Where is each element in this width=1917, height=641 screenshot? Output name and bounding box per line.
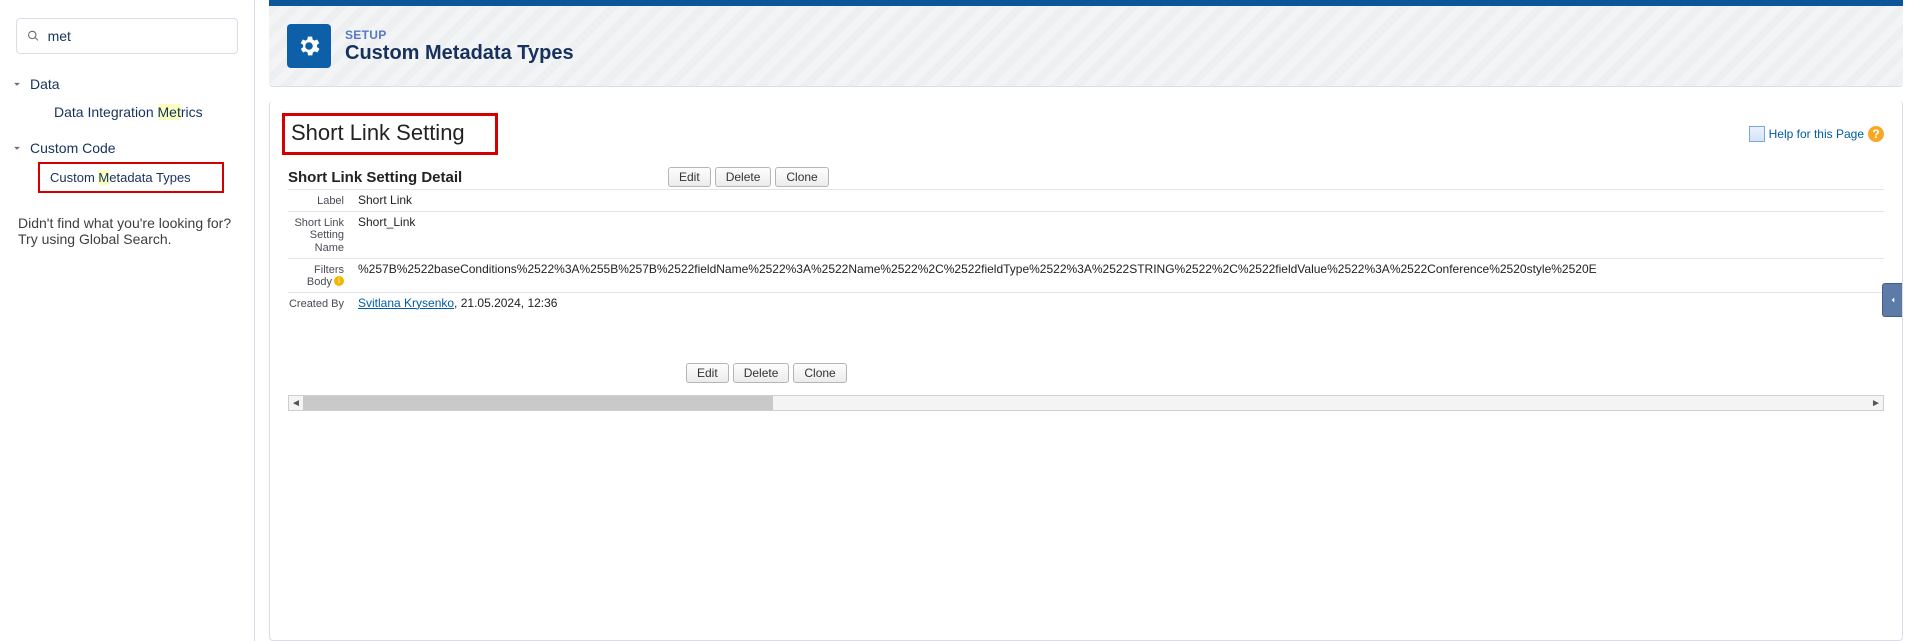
scroll-left-arrow[interactable]: ◄: [289, 396, 303, 410]
annotation-red-box-title: Short Link Setting: [282, 113, 498, 155]
field-value: Short Link: [344, 193, 1884, 207]
field-row-filters: Filters Bodyi %257B%2522baseConditions%2…: [288, 258, 1884, 292]
field-row-label: Label Short Link: [288, 189, 1884, 211]
tree-item-label-post: etadata Types: [109, 170, 190, 185]
detail-block: Short Link Setting Detail Edit Delete Cl…: [270, 167, 1902, 389]
tree-item-label-highlight: Met: [158, 104, 181, 120]
tree-group-custom-code: Custom Code Custom Metadata Types: [0, 130, 254, 197]
search-icon: [27, 29, 40, 43]
field-label: Filters Bodyi: [288, 262, 344, 289]
header-eyebrow: SETUP: [345, 28, 574, 42]
field-label: Label: [288, 193, 344, 208]
field-value: %257B%2522baseConditions%2522%3A%255B%25…: [344, 262, 1884, 276]
delete-button[interactable]: Delete: [715, 167, 772, 187]
header-title: Custom Metadata Types: [345, 42, 574, 65]
edit-button[interactable]: Edit: [686, 363, 729, 383]
sidebar-search-input[interactable]: [48, 28, 227, 44]
sidebar-not-found: Didn't find what you're looking for? Try…: [0, 197, 254, 247]
sidebar-item-custom-metadata-types[interactable]: Custom Metadata Types: [50, 168, 212, 187]
setup-header-band: SETUP Custom Metadata Types: [269, 0, 1903, 87]
chevron-left-icon: [1888, 295, 1898, 305]
tree-item-label-pre: Custom: [50, 170, 98, 185]
field-row-created-by: Created By Svitlana Krysenko, 21.05.2024…: [288, 292, 1884, 314]
help-for-page-link[interactable]: Help for this Page ?: [1749, 126, 1884, 142]
header-texts: SETUP Custom Metadata Types: [345, 28, 574, 65]
field-value: Short_Link: [344, 215, 1884, 229]
tree-header-custom-code[interactable]: Custom Code: [0, 134, 254, 162]
doc-icon: [1749, 126, 1765, 142]
gear-icon: [287, 24, 331, 68]
field-label-text: Short Link Setting Name: [294, 217, 344, 254]
tree-header-label: Data: [30, 76, 60, 92]
delete-button[interactable]: Delete: [733, 363, 790, 383]
tree-header-label: Custom Code: [30, 140, 116, 156]
page-title: Short Link Setting: [291, 120, 465, 146]
scroll-right-arrow[interactable]: ►: [1869, 396, 1883, 410]
horizontal-scrollbar[interactable]: ◄ ►: [288, 395, 1884, 411]
detail-header-row: Short Link Setting Detail Edit Delete Cl…: [288, 167, 1884, 189]
sidebar-search-wrap: [0, 10, 254, 66]
sidebar-item-data-integration-metrics[interactable]: Data Integration Metrics: [0, 98, 254, 126]
tree-header-data[interactable]: Data: [0, 70, 254, 98]
not-found-line2: Try using Global Search.: [18, 231, 238, 247]
detail-section-title: Short Link Setting Detail: [288, 169, 668, 186]
main-area: SETUP Custom Metadata Types Short Link S…: [255, 0, 1917, 641]
created-by-datetime: , 21.05.2024, 12:36: [454, 296, 557, 310]
expand-side-tab[interactable]: [1882, 283, 1902, 317]
tree-item-label-pre: Data Integration: [54, 104, 158, 120]
tree-item-label-highlight: M: [98, 170, 109, 185]
scroll-thumb[interactable]: [303, 396, 773, 410]
scroll-track[interactable]: [303, 396, 1869, 410]
sidebar-search-box[interactable]: [16, 18, 238, 54]
annotation-red-box-sidebar: Custom Metadata Types: [38, 162, 224, 193]
info-icon[interactable]: i: [334, 276, 344, 286]
clone-button[interactable]: Clone: [793, 363, 846, 383]
page-title-row: Short Link Setting Help for this Page ?: [270, 111, 1902, 167]
chevron-down-icon: [10, 77, 24, 91]
not-found-line1: Didn't find what you're looking for?: [18, 215, 238, 231]
clone-button[interactable]: Clone: [775, 167, 828, 187]
field-row-name: Short Link Setting Name Short_Link: [288, 211, 1884, 258]
created-by-user-link[interactable]: Svitlana Krysenko: [358, 296, 454, 310]
edit-button[interactable]: Edit: [668, 167, 711, 187]
detail-button-row-bottom: Edit Delete Clone: [288, 313, 1884, 389]
field-value: Svitlana Krysenko, 21.05.2024, 12:36: [344, 296, 1884, 310]
question-icon: ?: [1868, 126, 1884, 142]
tree-item-label-post: rics: [181, 104, 203, 120]
help-link-label: Help for this Page: [1769, 127, 1864, 141]
chevron-down-icon: [10, 141, 24, 155]
field-label: Short Link Setting Name: [288, 215, 344, 255]
detail-button-row-top: Edit Delete Clone: [668, 167, 829, 187]
content-panel: Short Link Setting Help for this Page ? …: [269, 101, 1903, 641]
field-label: Created By: [288, 296, 344, 311]
tree-group-data: Data Data Integration Metrics: [0, 66, 254, 130]
setup-sidebar: Data Data Integration Metrics Custom Cod…: [0, 0, 255, 641]
